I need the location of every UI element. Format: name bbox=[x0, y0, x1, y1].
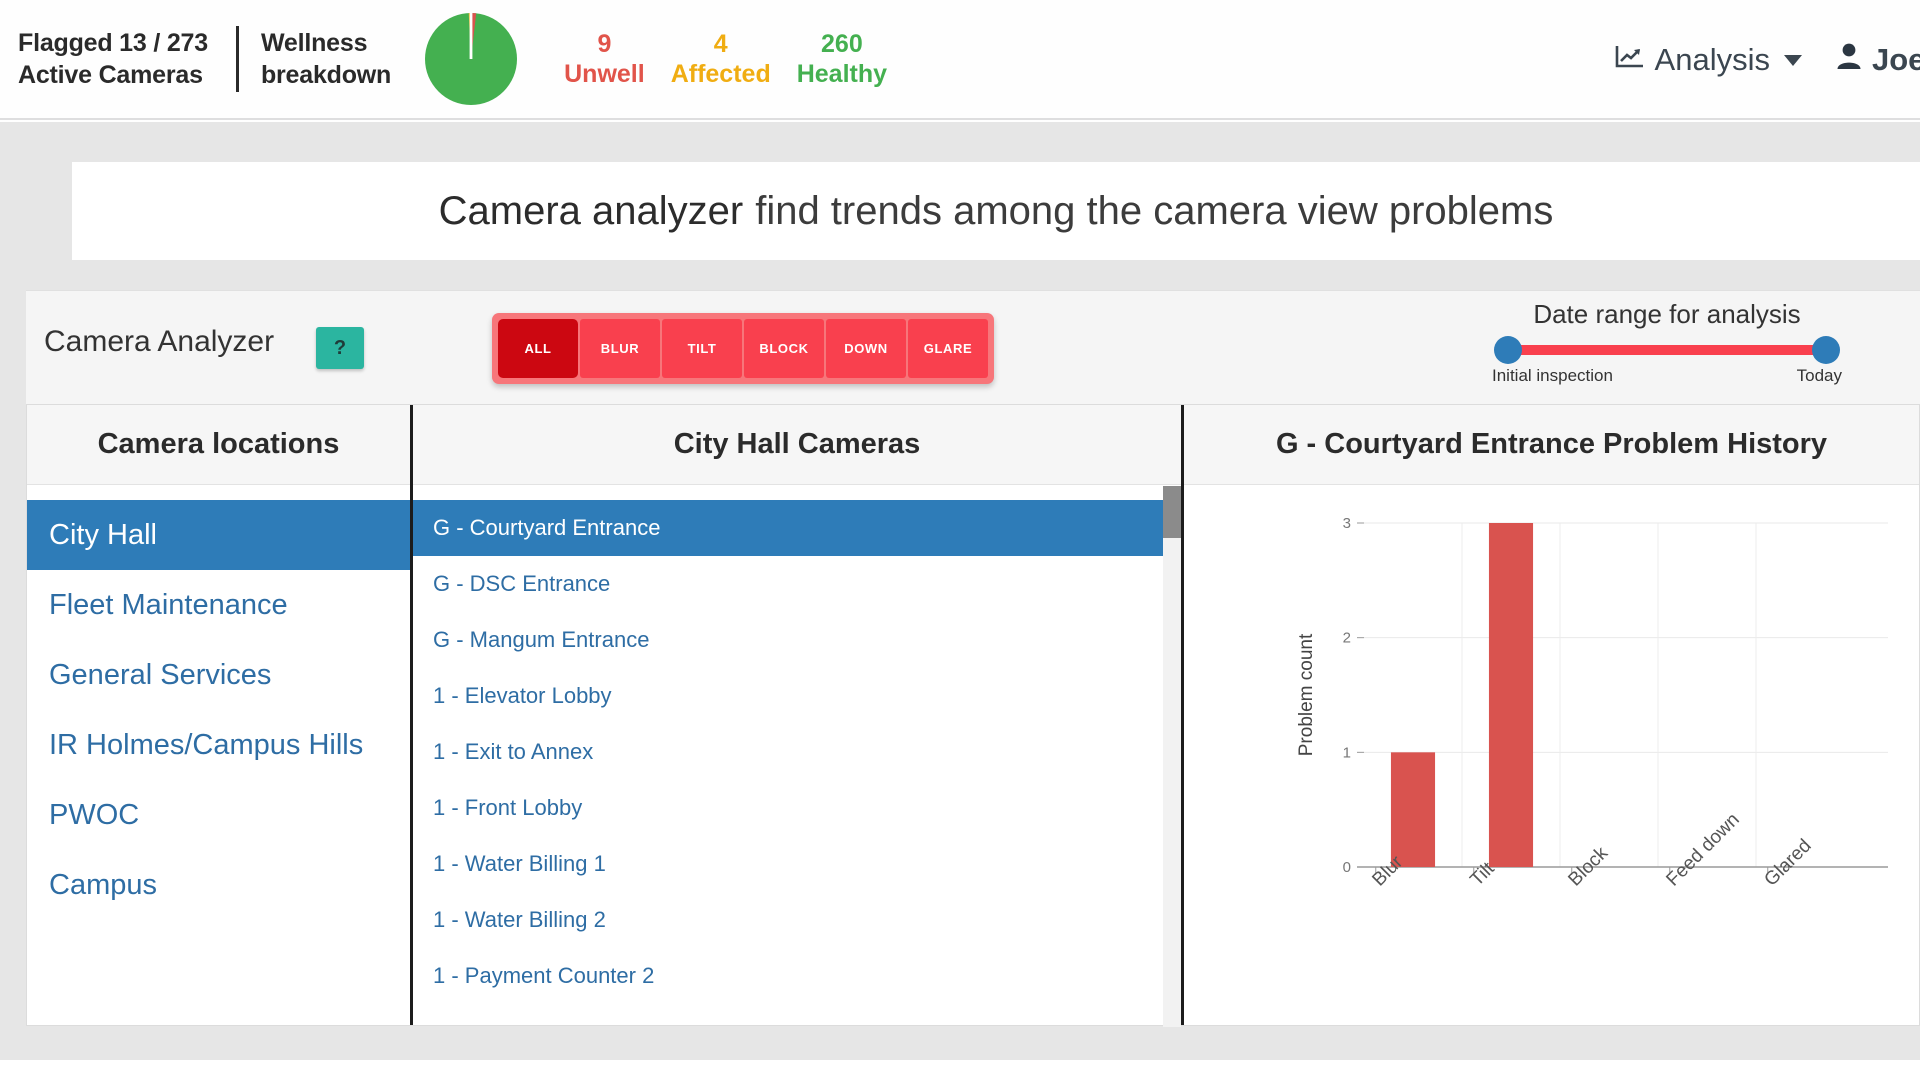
nav-user-label: Joel bbox=[1871, 42, 1920, 77]
stat-affected-count: 4 bbox=[713, 29, 728, 58]
filter-button-down[interactable]: DOWN bbox=[826, 319, 906, 378]
slider-handle-start[interactable] bbox=[1494, 336, 1522, 364]
stat-healthy: 260 Healthy bbox=[784, 29, 900, 90]
flagged-cameras-summary: Flagged 13 / 273 Active Cameras bbox=[18, 27, 208, 91]
chevron-down-icon bbox=[1783, 54, 1802, 66]
location-item-ir-holmes[interactable]: IR Holmes/Campus Hills bbox=[27, 710, 410, 780]
header-nav: Analysis Joel bbox=[1615, 0, 1920, 120]
bar-chart-svg: 0123Blur Tilt Block Feed down GlaredProblem … bbox=[1296, 515, 1888, 891]
wellness-line-1: Wellness bbox=[260, 29, 368, 57]
date-range-start-label: Initial inspection bbox=[1492, 366, 1613, 385]
stat-affected: 4 Affected bbox=[658, 29, 784, 90]
wellness-pie-chart bbox=[423, 11, 519, 107]
problem-filter-group: ALL BLUR TILT BLOCK DOWN GLARE bbox=[492, 313, 994, 384]
camera-item-courtyard-entrance[interactable]: G - Courtyard Entrance bbox=[413, 500, 1181, 556]
top-header-bar: Flagged 13 / 273 Active Cameras Wellness… bbox=[0, 0, 1920, 120]
problem-history-header: G - Courtyard Entrance Problem History bbox=[1184, 405, 1919, 485]
active-cameras-line: Active Cameras bbox=[18, 61, 203, 89]
location-item-general[interactable]: General Services bbox=[27, 640, 410, 710]
panel-problem-history: G - Courtyard Entrance Problem History 0… bbox=[1184, 405, 1919, 1025]
cameras-scrollbar-track[interactable] bbox=[1163, 486, 1181, 1027]
nav-user-menu[interactable]: Joel bbox=[1836, 42, 1920, 78]
camera-locations-list: City Hall Fleet Maintenance General Serv… bbox=[27, 485, 410, 920]
wellness-line-2: breakdown bbox=[260, 61, 392, 89]
stat-healthy-label: Healthy bbox=[796, 60, 888, 88]
camera-item-water-billing-2[interactable]: 1 - Water Billing 2 bbox=[413, 892, 1181, 948]
slider-track bbox=[1508, 345, 1826, 355]
stat-unwell-count: 9 bbox=[597, 29, 612, 58]
camera-item-water-billing-1[interactable]: 1 - Water Billing 1 bbox=[413, 836, 1181, 892]
wellness-stats: 9 Unwell 4 Affected 260 Healthy bbox=[551, 29, 900, 90]
analyzer-panels: Camera locations City Hall Fleet Mainten… bbox=[26, 404, 1920, 1027]
stat-affected-label: Affected bbox=[670, 60, 771, 88]
location-item-city-hall[interactable]: City Hall bbox=[27, 500, 410, 570]
date-range-labels: Initial inspection Today bbox=[1492, 366, 1842, 386]
camera-item-payment-counter-2[interactable]: 1 - Payment Counter 2 bbox=[413, 948, 1181, 1004]
page-subtitle: find trends among the camera view proble… bbox=[755, 188, 1554, 233]
svg-text:2: 2 bbox=[1343, 630, 1351, 647]
svg-text:3: 3 bbox=[1343, 515, 1351, 532]
svg-text:Glared: Glared bbox=[1760, 835, 1815, 890]
camera-item-mangum-entrance[interactable]: G - Mangum Entrance bbox=[413, 612, 1181, 668]
user-icon bbox=[1836, 42, 1862, 78]
flagged-count-line: Flagged 13 / 273 bbox=[18, 29, 208, 57]
stat-healthy-count: 260 bbox=[821, 29, 863, 58]
controls-bar: Camera Analyzer ? ALL BLUR TILT BLOCK DO… bbox=[26, 290, 1920, 404]
slider-handle-end[interactable] bbox=[1812, 336, 1840, 364]
page-title: Camera analyzer bbox=[438, 188, 744, 233]
date-range-title: Date range for analysis bbox=[1533, 299, 1801, 329]
panel-city-hall-cameras: City Hall Cameras G - Courtyard Entrance… bbox=[413, 405, 1184, 1027]
filter-button-glare[interactable]: GLARE bbox=[908, 319, 988, 378]
panel-camera-locations: Camera locations City Hall Fleet Mainten… bbox=[27, 405, 413, 1025]
footer-strip bbox=[0, 1032, 1920, 1060]
page-body: Camera analyzer find trends among the ca… bbox=[0, 122, 1920, 1060]
page-title-banner: Camera analyzer find trends among the ca… bbox=[72, 162, 1920, 260]
location-item-fleet[interactable]: Fleet Maintenance bbox=[27, 570, 410, 640]
chart-line-icon bbox=[1615, 42, 1645, 78]
location-item-pwoc[interactable]: PWOC bbox=[27, 780, 410, 850]
filter-button-blur[interactable]: BLUR bbox=[580, 319, 660, 378]
date-range-end-label: Today bbox=[1796, 366, 1842, 385]
date-range-control: Date range for analysis Initial inspecti… bbox=[1492, 299, 1842, 386]
cameras-header: City Hall Cameras bbox=[413, 405, 1181, 485]
camera-item-exit-to-annex[interactable]: 1 - Exit to Annex bbox=[413, 724, 1181, 780]
date-range-slider[interactable] bbox=[1494, 336, 1840, 364]
help-button[interactable]: ? bbox=[316, 327, 364, 369]
cameras-list: G - Courtyard Entrance G - DSC Entrance … bbox=[413, 485, 1181, 1004]
camera-analyzer-label: Camera Analyzer bbox=[44, 325, 275, 358]
header-divider bbox=[235, 26, 239, 92]
stat-unwell-label: Unwell bbox=[564, 60, 645, 88]
svg-text:Feed down: Feed down bbox=[1662, 809, 1743, 890]
camera-item-dsc-entrance[interactable]: G - DSC Entrance bbox=[413, 556, 1181, 612]
camera-item-elevator-lobby[interactable]: 1 - Elevator Lobby bbox=[413, 668, 1181, 724]
filter-button-all[interactable]: ALL bbox=[498, 319, 578, 378]
filter-button-block[interactable]: BLOCK bbox=[744, 319, 824, 378]
svg-text:0: 0 bbox=[1343, 859, 1351, 876]
camera-item-front-lobby[interactable]: 1 - Front Lobby bbox=[413, 780, 1181, 836]
svg-text:Problem count: Problem count bbox=[1296, 633, 1317, 756]
stat-unwell: 9 Unwell bbox=[551, 29, 658, 90]
nav-analysis-label: Analysis bbox=[1654, 42, 1770, 77]
cameras-scrollbar-thumb[interactable] bbox=[1163, 486, 1181, 538]
location-item-campus[interactable]: Campus bbox=[27, 850, 410, 920]
filter-button-tilt[interactable]: TILT bbox=[662, 319, 742, 378]
camera-locations-header: Camera locations bbox=[27, 405, 410, 485]
svg-text:1: 1 bbox=[1343, 744, 1351, 761]
nav-analysis-menu[interactable]: Analysis bbox=[1615, 42, 1802, 78]
problem-history-chart: 0 1 2 3 Blur Tilt Block Feed down Glared Problem … bbox=[1184, 485, 1919, 1027]
wellness-breakdown-label: Wellness breakdown bbox=[261, 27, 391, 91]
